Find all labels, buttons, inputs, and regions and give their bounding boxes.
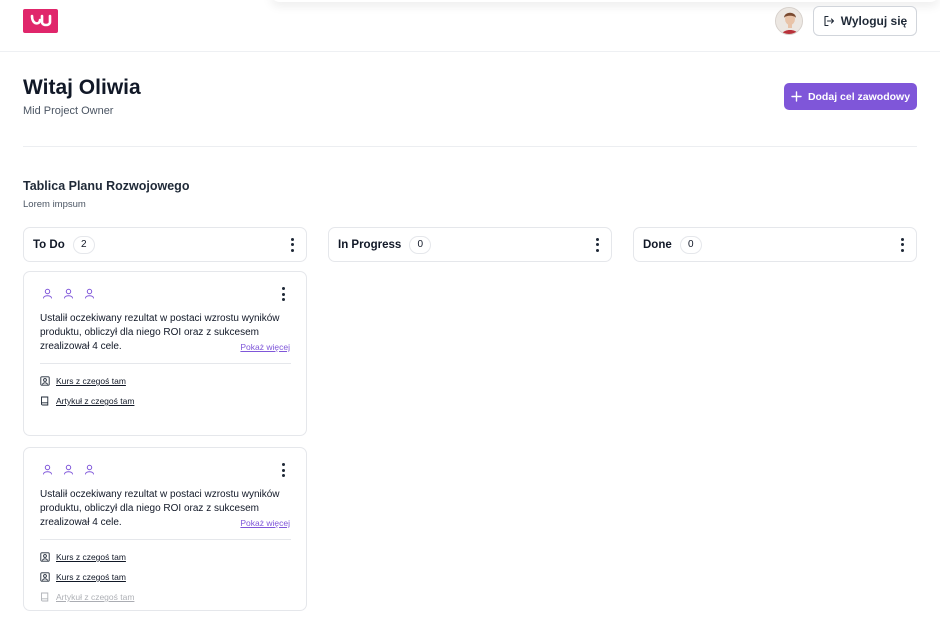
show-more-link[interactable]: Pokaż więcej <box>240 342 290 352</box>
add-goal-label: Dodaj cel zawodowy <box>807 90 911 103</box>
resource-label: Artykuł z czegoś tam <box>56 396 135 406</box>
course-icon <box>40 572 50 582</box>
logout-icon <box>824 15 834 27</box>
page-title: Witaj Oliwia <box>23 76 141 99</box>
logo-mark <box>30 14 51 27</box>
board-title: Tablica Planu Rozwojowego <box>23 179 190 193</box>
resource-label: Kurs z czegoś tam <box>56 376 126 386</box>
column-count: 0 <box>409 235 432 254</box>
course-icon <box>40 552 50 562</box>
person-icon <box>40 462 55 477</box>
column-title: Done <box>643 238 672 251</box>
top-bar: Wyloguj się <box>0 0 940 52</box>
course-icon <box>40 376 50 386</box>
column-count: 2 <box>72 235 95 254</box>
card-menu-icon[interactable] <box>278 286 288 302</box>
column-menu-icon[interactable] <box>592 237 602 253</box>
board-subtitle: Lorem impsum <box>23 199 86 210</box>
column-in-progress: In Progress 0 <box>328 227 612 262</box>
app-logo[interactable] <box>23 9 58 33</box>
person-icon <box>40 286 55 301</box>
show-more-link[interactable]: Pokaż więcej <box>240 518 290 528</box>
card-assignees <box>40 286 97 301</box>
user-role: Mid Project Owner <box>23 105 114 117</box>
column-done: Done 0 <box>633 227 917 262</box>
resource-link[interactable]: Kurs z czegoś tam <box>40 376 126 386</box>
column-menu-icon[interactable] <box>287 237 297 253</box>
column-title: To Do <box>33 238 65 251</box>
card-divider <box>40 539 291 540</box>
book-icon <box>40 592 50 602</box>
person-icon <box>82 462 97 477</box>
resource-label: Kurs z czegoś tam <box>56 552 126 562</box>
person-icon <box>61 462 76 477</box>
resource-link[interactable]: Kurs z czegoś tam <box>40 552 126 562</box>
goal-card[interactable]: Ustalił oczekiwany rezultat w postaci wz… <box>23 271 307 436</box>
top-bar-shadow <box>270 0 940 2</box>
column-title: In Progress <box>338 238 402 251</box>
avatar-image <box>776 8 802 34</box>
logout-label: Wyloguj się <box>840 14 908 28</box>
section-divider <box>23 146 917 147</box>
column-todo: To Do 2 <box>23 227 307 262</box>
goal-card[interactable]: Ustalił oczekiwany rezultat w postaci wz… <box>23 447 307 611</box>
plus-icon <box>791 91 802 102</box>
resource-label: Artykuł z czegoś tam <box>56 592 135 602</box>
person-icon <box>82 286 97 301</box>
card-assignees <box>40 462 97 477</box>
logout-button[interactable]: Wyloguj się <box>813 6 917 36</box>
resource-label: Kurs z czegoś tam <box>56 572 126 582</box>
resource-link[interactable]: Artykuł z czegoś tam <box>40 396 134 406</box>
card-menu-icon[interactable] <box>278 462 288 478</box>
card-divider <box>40 363 291 364</box>
add-goal-button[interactable]: Dodaj cel zawodowy <box>784 83 917 110</box>
person-icon <box>61 286 76 301</box>
user-avatar[interactable] <box>775 7 803 35</box>
column-count: 0 <box>679 235 702 254</box>
column-menu-icon[interactable] <box>897 237 907 253</box>
book-icon <box>40 396 50 406</box>
resource-link[interactable]: Kurs z czegoś tam <box>40 572 126 582</box>
resource-link[interactable]: Artykuł z czegoś tam <box>40 592 134 602</box>
